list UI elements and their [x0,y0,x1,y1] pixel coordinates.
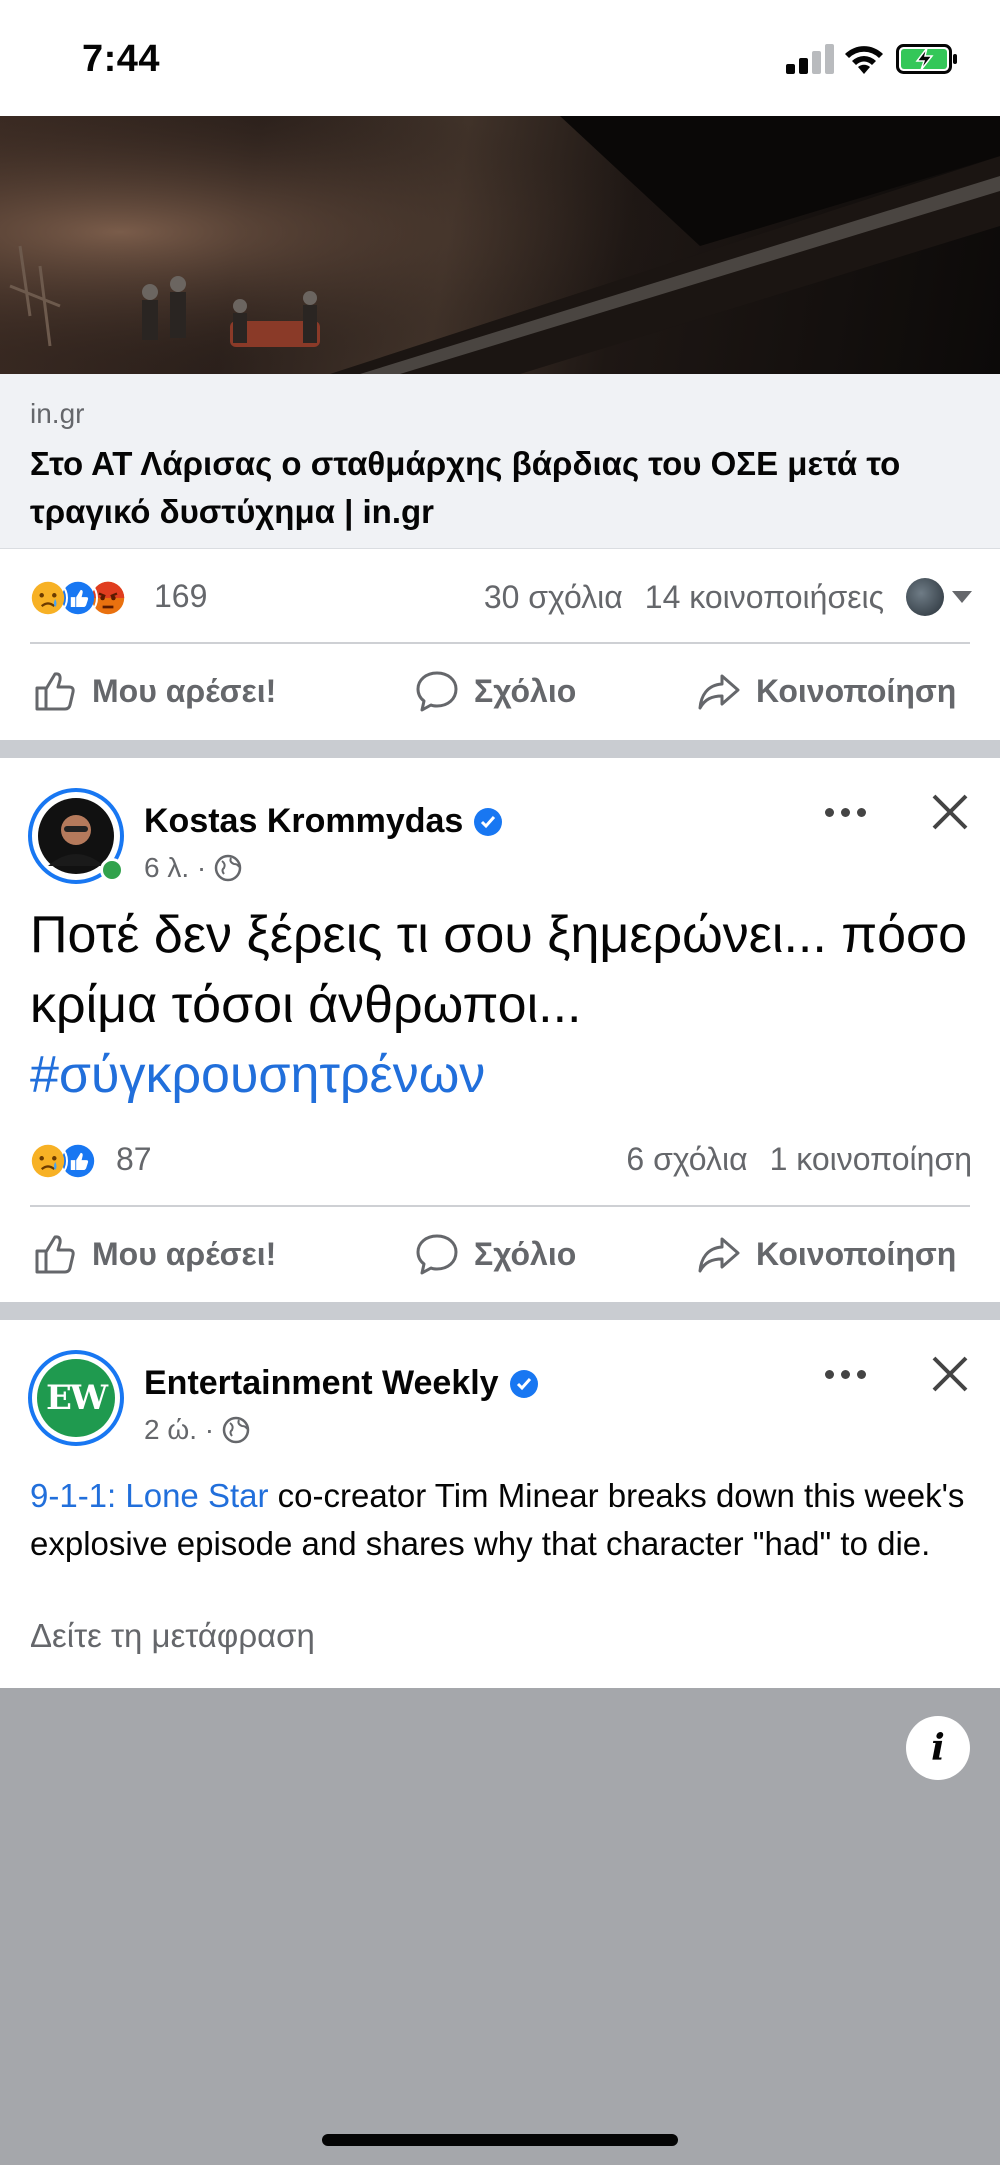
article-image[interactable] [0,116,1000,374]
shares-count[interactable]: 14 κοινοποιήσεις [645,579,884,616]
like-button[interactable]: Μου αρέσει! [32,668,276,714]
ew-logo-text: EW [37,1359,115,1437]
close-icon[interactable] [926,1350,974,1398]
more-icon[interactable] [815,1354,875,1394]
feed-separator [0,740,1000,758]
share-label: Κοινοποίηση [756,672,957,709]
reaction-count: 169 [154,578,208,614]
cellular-signal-icon [786,44,834,74]
chevron-down-icon[interactable] [952,591,972,603]
action-bar: Μου αρέσει! Σχόλιο Κοινοποίηση [0,648,1000,738]
divider [30,1205,970,1207]
post-body: Ποτέ δεν ξέρεις τι σου ξημερώνει... πόσο… [30,906,968,1034]
share-button[interactable]: Κοινοποίηση [696,668,956,714]
comment-icon [416,671,458,712]
link-title: Στο ΑΤ Λάρισας ο σταθμάρχης βάρδιας του … [30,445,901,530]
battery-charging-icon [896,44,957,74]
reaction-count: 87 [116,1141,152,1177]
post-meta: 6 λ. · [144,852,242,884]
author-name[interactable]: Kostas Krommydas [144,802,503,841]
reactions-summary[interactable]: 169 30 σχόλια 14 κοινοποιήσεις [0,562,1000,632]
comment-label: Σχόλιο [474,672,577,709]
thumbs-up-icon [35,672,75,711]
comments-count[interactable]: 6 σχόλια [626,1141,747,1178]
viewer-avatar[interactable] [906,578,944,616]
share-icon [698,674,740,710]
shares-count[interactable]: 1 κοινοποίηση [770,1141,972,1178]
verified-icon [509,1369,538,1398]
online-indicator [100,858,124,882]
show-link[interactable]: 9-1-1: Lone Star [30,1477,268,1514]
hashtag-link[interactable]: #σύγκρουσητρένων [30,1046,485,1104]
post-time[interactable]: 2 ώ. · [144,1414,214,1446]
comment-icon [416,1234,458,1275]
article-photo [0,116,1000,374]
verified-icon [474,807,503,836]
comments-shares-summary[interactable]: 6 σχόλια 1 κοινοποίηση [626,1141,972,1178]
more-icon[interactable] [815,792,875,832]
see-translation-link[interactable]: Δείτε τη μετάφραση [30,1617,315,1655]
info-icon[interactable]: i [906,1716,970,1780]
share-button[interactable]: Κοινοποίηση [696,1231,956,1277]
author-name[interactable]: Entertainment Weekly [144,1364,539,1403]
globe-icon [214,854,242,882]
divider [30,642,970,644]
comment-button[interactable]: Σχόλιο [414,668,576,714]
home-indicator[interactable] [322,2134,678,2146]
feed-separator [0,1302,1000,1320]
action-bar: Μου αρέσει! Σχόλιο Κοινοποίηση [0,1211,1000,1301]
close-icon[interactable] [926,788,974,836]
like-button[interactable]: Μου αρέσει! [32,1231,276,1277]
status-bar: 7:44 [0,0,1000,116]
thumbs-up-icon [35,1235,75,1274]
sad-reaction-icon [28,1141,68,1181]
status-time: 7:44 [82,38,161,80]
comment-button[interactable]: Σχόλιο [414,1231,576,1277]
comment-label: Σχόλιο [474,1235,577,1272]
sad-reaction-icon [28,578,68,618]
author-name-text[interactable]: Kostas Krommydas [144,802,463,841]
comments-count[interactable]: 30 σχόλια [484,579,623,616]
like-label: Μου αρέσει! [92,672,277,709]
post-text: Ποτέ δεν ξέρεις τι σου ξημερώνει... πόσο… [30,900,980,1110]
post-time[interactable]: 6 λ. · [144,852,206,884]
reaction-icons [28,578,148,618]
share-label: Κοινοποίηση [756,1235,957,1272]
author-avatar[interactable]: EW [28,1350,124,1446]
like-label: Μου αρέσει! [92,1235,277,1272]
post-meta: 2 ώ. · [144,1414,250,1446]
comments-shares-summary[interactable]: 30 σχόλια 14 κοινοποιήσεις [484,578,972,616]
author-avatar[interactable] [28,788,124,884]
post-text: 9-1-1: Lone Star co-creator Tim Minear b… [30,1472,980,1568]
link-preview[interactable]: in.gr Στο ΑΤ Λάρισας ο σταθμάρχης βάρδια… [0,374,1000,549]
link-domain: in.gr [30,398,85,429]
reactions-summary[interactable]: 87 6 σχόλια 1 κοινοποίηση [0,1125,1000,1195]
post-media[interactable] [0,1688,1000,2165]
wifi-icon [845,46,883,74]
author-name-text[interactable]: Entertainment Weekly [144,1364,499,1403]
globe-icon [222,1416,250,1444]
share-icon [698,1237,740,1273]
